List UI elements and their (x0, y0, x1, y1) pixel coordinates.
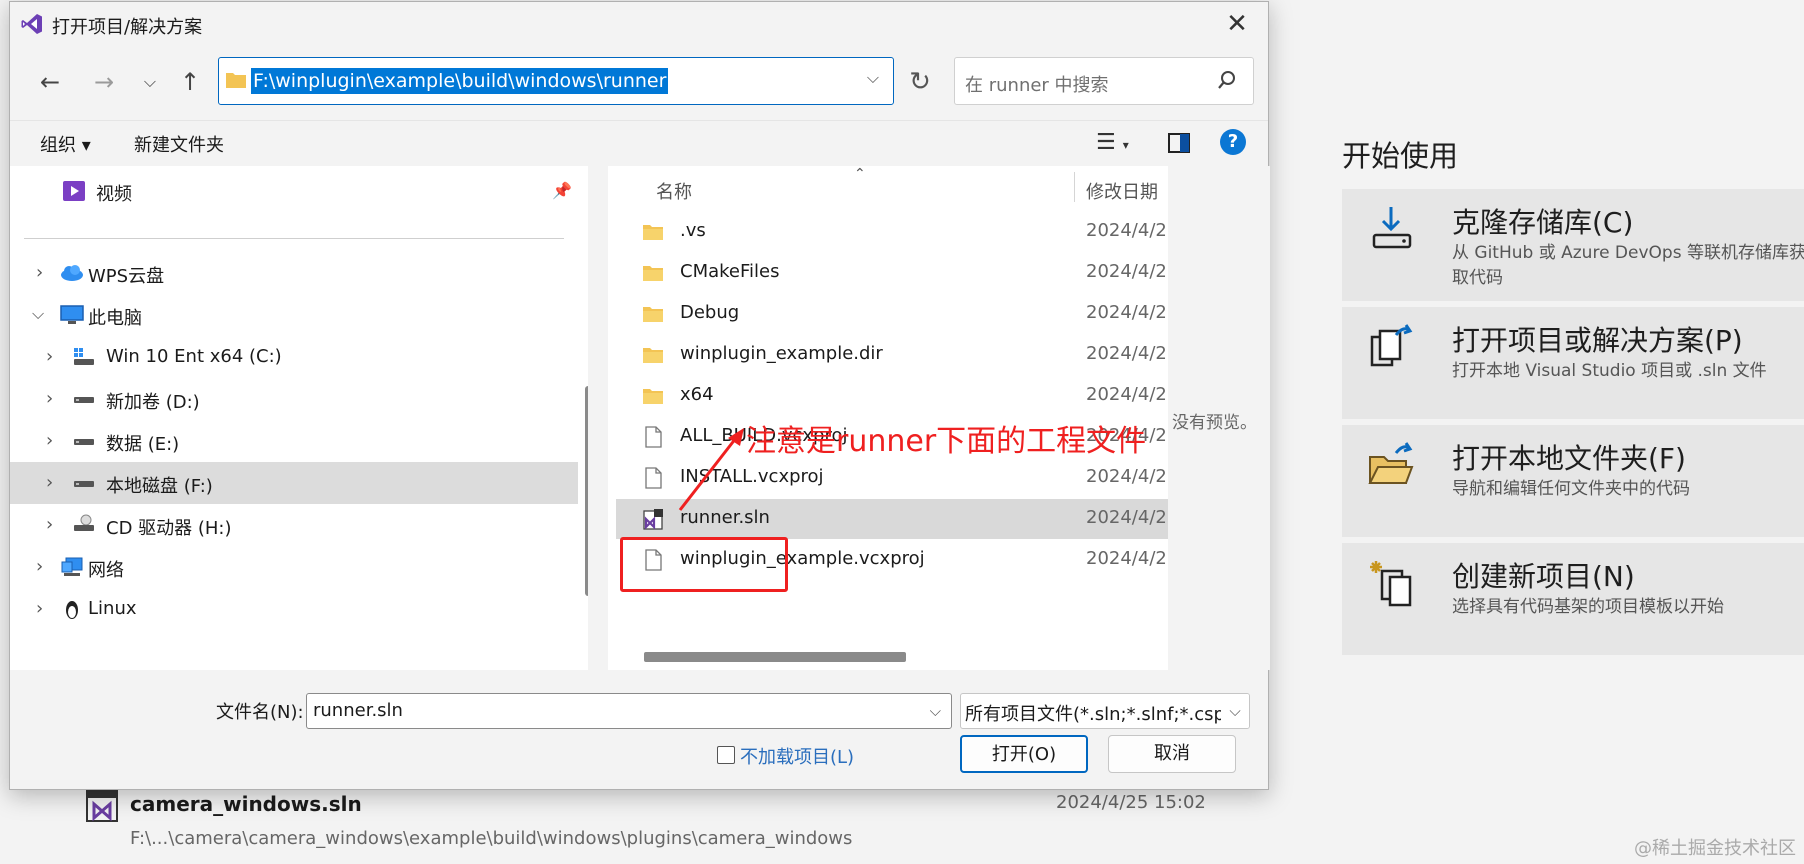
annotation-highlight-box (620, 537, 788, 592)
annotation-text: 注意是runner下面的工程文件 (746, 424, 1147, 459)
